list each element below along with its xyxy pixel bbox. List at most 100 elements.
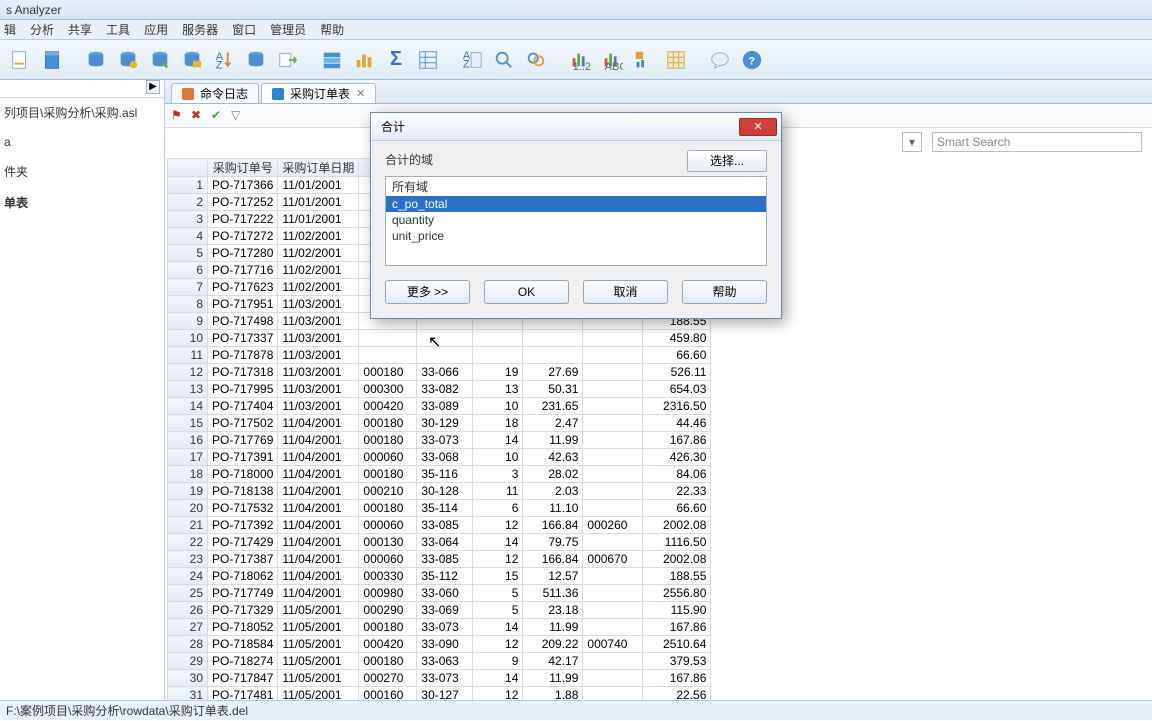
sidebar-item[interactable]: 件夹 [4, 163, 160, 180]
svg-text:Z: Z [463, 58, 470, 70]
table-row[interactable]: 31PO-71748111/05/200100016030-127121.882… [168, 687, 711, 701]
table-row[interactable]: 25PO-71774911/04/200100098033-0605511.36… [168, 585, 711, 602]
table-row[interactable]: 20PO-71753211/04/200100018035-114611.106… [168, 500, 711, 517]
table-row[interactable]: 10PO-71733711/03/2001459.80 [168, 330, 711, 347]
table-row[interactable]: 17PO-71739111/04/200100006033-0681042.63… [168, 449, 711, 466]
table-row[interactable]: 23PO-71738711/04/200100006033-08512166.8… [168, 551, 711, 568]
collapse-icon[interactable]: ▶ [146, 80, 160, 94]
row-number: 16 [168, 432, 208, 449]
stratify-icon[interactable] [414, 46, 442, 74]
help-button[interactable]: 帮助 [682, 280, 767, 304]
tab[interactable]: 命令日志 [171, 83, 259, 103]
menu-item[interactable]: 辑 [4, 20, 16, 39]
delete-icon[interactable]: ✖ [191, 108, 207, 124]
menu-item[interactable]: 工具 [106, 20, 130, 39]
export-icon[interactable] [274, 46, 302, 74]
table-row[interactable]: 11PO-71787811/03/200166.60 [168, 347, 711, 364]
sidebar-item[interactable]: a [4, 135, 160, 149]
list-item[interactable]: unit_price [386, 228, 766, 244]
list-item[interactable]: quantity [386, 212, 766, 228]
tab-label: 命令日志 [200, 85, 248, 102]
flag-red-icon[interactable]: ⚑ [171, 108, 187, 124]
sidebar-item[interactable]: 单表 [4, 194, 160, 211]
new-icon[interactable] [6, 46, 34, 74]
table-row[interactable]: 16PO-71776911/04/200100018033-0731411.99… [168, 432, 711, 449]
db3-icon[interactable] [146, 46, 174, 74]
table-row[interactable]: 30PO-71784711/05/200100027033-0731411.99… [168, 670, 711, 687]
chat-icon[interactable] [706, 46, 734, 74]
row-number: 12 [168, 364, 208, 381]
menu-item[interactable]: 窗口 [232, 20, 256, 39]
row-number: 3 [168, 211, 208, 228]
table-row[interactable]: 22PO-71742911/04/200100013033-0641479.75… [168, 534, 711, 551]
row-number: 5 [168, 245, 208, 262]
menu-item[interactable]: 共享 [68, 20, 92, 39]
tab-strip: 命令日志采购订单表✕ [165, 80, 1152, 104]
notebook-icon[interactable] [38, 46, 66, 74]
row-number: 10 [168, 330, 208, 347]
db4-icon[interactable] [178, 46, 206, 74]
count-icon[interactable] [318, 46, 346, 74]
menu-item[interactable]: 帮助 [320, 20, 344, 39]
menu-item[interactable]: 服务器 [182, 20, 218, 39]
find-dup-icon[interactable] [522, 46, 550, 74]
db1-icon[interactable] [82, 46, 110, 74]
table-row[interactable]: 27PO-71805211/05/200100018033-0731411.99… [168, 619, 711, 636]
table-row[interactable]: 15PO-71750211/04/200100018030-129182.474… [168, 415, 711, 432]
table-row[interactable]: 26PO-71732911/05/200100029033-069523.181… [168, 602, 711, 619]
table-row[interactable]: 24PO-71806211/04/200100033035-1121512.57… [168, 568, 711, 585]
row-number: 11 [168, 347, 208, 364]
table-row[interactable]: 28PO-71858411/05/200100042033-09012209.2… [168, 636, 711, 653]
chart2-icon[interactable]: ABC [598, 46, 626, 74]
menu-item[interactable]: 管理员 [270, 20, 306, 39]
table-row[interactable]: 21PO-71739211/04/200100006033-08512166.8… [168, 517, 711, 534]
field-list[interactable]: 所有域c_po_totalquantityunit_price [385, 176, 767, 266]
chart3-icon[interactable] [630, 46, 658, 74]
close-tab-icon[interactable]: ✕ [356, 87, 365, 100]
list-item[interactable]: c_po_total [386, 196, 766, 212]
find-icon[interactable] [490, 46, 518, 74]
menu-bar: 辑分析共享工具应用服务器窗口管理员帮助 [0, 20, 1152, 40]
filter-icon[interactable]: ▽ [231, 108, 247, 124]
table-row[interactable]: 29PO-71827411/05/200100018033-063942.173… [168, 653, 711, 670]
row-number: 22 [168, 534, 208, 551]
dropdown-icon[interactable]: ▾ [902, 132, 922, 152]
column-header[interactable]: 采购订单日期 [278, 159, 359, 177]
table-row[interactable]: 18PO-71800011/04/200100018035-116328.028… [168, 466, 711, 483]
row-number: 7 [168, 279, 208, 296]
more-button[interactable]: 更多 >> [385, 280, 470, 304]
menu-item[interactable]: 应用 [144, 20, 168, 39]
row-number: 18 [168, 466, 208, 483]
row-number: 20 [168, 500, 208, 517]
table-row[interactable]: 12PO-71731811/03/200100018033-0661927.69… [168, 364, 711, 381]
status-bar: F:\案例项目\采购分析\rowdata\采购订单表.del [0, 700, 1152, 720]
select-button[interactable]: 选择... [687, 150, 767, 172]
db5-icon[interactable] [242, 46, 270, 74]
svg-text:?: ? [748, 55, 755, 67]
help-icon[interactable]: ? [738, 46, 766, 74]
chart4-icon[interactable] [662, 46, 690, 74]
search-input[interactable]: Smart Search [932, 132, 1142, 152]
row-number: 29 [168, 653, 208, 670]
column-header[interactable]: 采购订单号 [208, 159, 278, 177]
row-number: 28 [168, 636, 208, 653]
close-icon[interactable]: ✕ [739, 118, 777, 136]
tab[interactable]: 采购订单表✕ [261, 83, 376, 103]
table-row[interactable]: 19PO-71813811/04/200100021030-128112.032… [168, 483, 711, 500]
sort2-icon[interactable]: AZ [458, 46, 486, 74]
table-row[interactable]: 13PO-71799511/03/200100030033-0821350.31… [168, 381, 711, 398]
db2-icon[interactable] [114, 46, 142, 74]
barchart-icon[interactable] [350, 46, 378, 74]
table-row[interactable]: 14PO-71740411/03/200100042033-08910231.6… [168, 398, 711, 415]
ok-button[interactable]: OK [484, 280, 569, 304]
menu-item[interactable]: 分析 [30, 20, 54, 39]
sigma-icon[interactable]: Σ [382, 46, 410, 74]
chart1-icon[interactable]: 1..2..3 [566, 46, 594, 74]
sort-icon[interactable]: AZ [210, 46, 238, 74]
list-item[interactable]: 所有域 [386, 177, 766, 196]
check-icon[interactable]: ✔ [211, 108, 227, 124]
cancel-button[interactable]: 取消 [583, 280, 668, 304]
column-header[interactable] [168, 159, 208, 177]
row-number: 31 [168, 687, 208, 701]
row-number: 8 [168, 296, 208, 313]
